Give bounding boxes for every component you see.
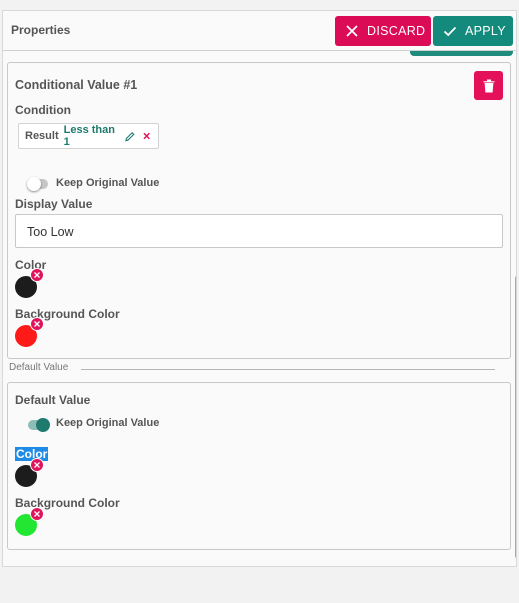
apply-button[interactable]: APPLY xyxy=(433,16,513,46)
keep-original-toggle[interactable] xyxy=(27,177,48,191)
conditional-value-title: Conditional Value #1 xyxy=(15,78,138,92)
default-keep-original-label: Keep Original Value xyxy=(56,417,160,429)
apply-button-label: APPLY xyxy=(465,24,506,38)
toggle-knob xyxy=(36,418,50,432)
clear-background-color-badge[interactable] xyxy=(30,317,44,331)
close-icon xyxy=(34,272,40,278)
scrollbar-thumb[interactable] xyxy=(515,276,516,558)
display-value-input[interactable]: Too Low xyxy=(15,214,503,248)
default-value-title: Default Value xyxy=(15,393,91,407)
separator-line xyxy=(81,369,495,370)
hidden-button-edge xyxy=(410,51,513,56)
remove-condition-icon[interactable] xyxy=(143,132,150,140)
condition-chip[interactable]: Result Less than 1 xyxy=(18,123,159,149)
discard-button[interactable]: DISCARD xyxy=(335,16,431,46)
panel-title: Properties xyxy=(11,23,71,37)
close-icon xyxy=(346,25,358,37)
condition-chip-value: Less than 1 xyxy=(63,124,115,148)
default-background-color-label: Background Color xyxy=(15,496,120,510)
delete-condition-button[interactable] xyxy=(474,71,503,100)
clear-color-badge[interactable] xyxy=(30,268,44,282)
clear-default-background-color-badge[interactable] xyxy=(30,507,44,521)
close-icon xyxy=(34,511,40,517)
conditional-value-card: Conditional Value #1 Condition Result Le… xyxy=(7,62,511,359)
display-value-label: Display Value xyxy=(15,197,93,211)
toggle-knob xyxy=(27,177,41,191)
close-icon xyxy=(34,462,40,468)
close-icon xyxy=(34,321,40,327)
clear-default-color-badge[interactable] xyxy=(30,458,44,472)
default-keep-original-toggle[interactable] xyxy=(28,418,50,432)
condition-chip-key: Result xyxy=(25,130,59,142)
trash-icon xyxy=(483,79,494,92)
check-icon xyxy=(443,26,457,37)
condition-label: Condition xyxy=(15,103,71,117)
edit-icon[interactable] xyxy=(124,131,135,142)
discard-button-label: DISCARD xyxy=(367,24,426,38)
panel-header: Properties DISCARD APPLY xyxy=(3,11,516,51)
default-value-card: Default Value Keep Original Value Color … xyxy=(7,382,511,550)
keep-original-label: Keep Original Value xyxy=(56,177,160,189)
default-value-separator-label: Default Value xyxy=(9,362,69,373)
properties-panel: Properties DISCARD APPLY Conditional Val… xyxy=(2,10,517,567)
